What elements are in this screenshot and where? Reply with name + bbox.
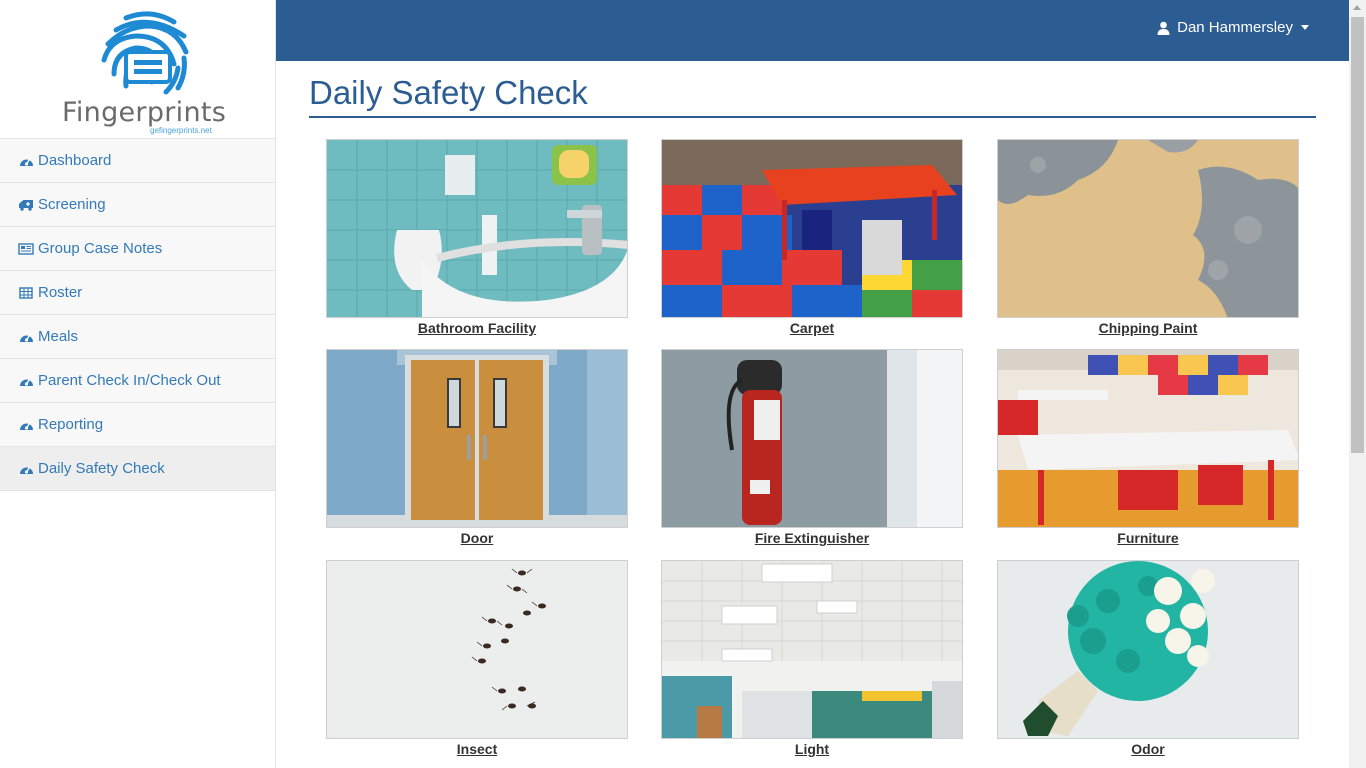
sidebar-item-label: Reporting: [38, 416, 104, 433]
logo-subtext: gefingerprints.net: [150, 126, 212, 135]
dashboard-icon: [18, 374, 34, 388]
sidebar-item-meals[interactable]: Meals: [0, 315, 275, 359]
ambulance-icon: [18, 198, 34, 212]
top-navbar: Dan Hammersley: [276, 0, 1349, 61]
main-content: Daily Safety Check Bathroom Facility Car…: [309, 61, 1316, 757]
safety-item-label[interactable]: Odor: [997, 741, 1299, 757]
user-name: Dan Hammersley: [1177, 19, 1293, 36]
logo-text: Fingerprints: [62, 97, 227, 128]
bathroom-image[interactable]: [326, 139, 628, 318]
sidebar-item-screening[interactable]: Screening: [0, 183, 275, 227]
user-icon: [1157, 21, 1170, 35]
chipping-paint-image[interactable]: [997, 139, 1299, 318]
sidebar-item-reporting[interactable]: Reporting: [0, 403, 275, 447]
safety-item-label[interactable]: Fire Extinguisher: [661, 530, 963, 546]
safety-item-label[interactable]: Furniture: [997, 530, 1299, 546]
user-menu-dropdown[interactable]: Dan Hammersley: [1157, 19, 1309, 36]
logo[interactable]: Fingerprints gefingerprints.net: [0, 0, 275, 138]
sidebar-item-daily-safety-check[interactable]: Daily Safety Check: [0, 447, 275, 491]
sidebar-item-label: Group Case Notes: [38, 240, 163, 257]
safety-item-label[interactable]: Light: [661, 741, 963, 757]
sidebar-item-roster[interactable]: Roster: [0, 271, 275, 315]
sidebar-item-label: Screening: [38, 196, 106, 213]
safety-item-carpet[interactable]: Carpet: [661, 139, 963, 336]
safety-item-furniture[interactable]: Furniture: [997, 349, 1299, 546]
safety-item-door[interactable]: Door: [326, 349, 628, 546]
scroll-thumb[interactable]: [1351, 17, 1364, 453]
dashboard-icon: [18, 418, 34, 432]
newspaper-icon: [18, 242, 34, 256]
scroll-up-arrow-icon[interactable]: [1353, 5, 1361, 10]
safety-item-label[interactable]: Chipping Paint: [997, 320, 1299, 336]
safety-item-label[interactable]: Bathroom Facility: [326, 320, 628, 336]
safety-item-label[interactable]: Door: [326, 530, 628, 546]
dashboard-icon: [18, 154, 34, 168]
safety-item-odor[interactable]: Odor: [997, 560, 1299, 757]
safety-item-chipping-paint[interactable]: Chipping Paint: [997, 139, 1299, 336]
sidebar-item-label: Parent Check In/Check Out: [38, 372, 221, 389]
sidebar-item-group-case-notes[interactable]: Group Case Notes: [0, 227, 275, 271]
sidebar-nav: Dashboard Screening Group Case Notes Ros…: [0, 138, 275, 491]
sidebar-item-parent-check-in[interactable]: Parent Check In/Check Out: [0, 359, 275, 403]
safety-item-light[interactable]: Light: [661, 560, 963, 757]
safety-item-insect[interactable]: Insect: [326, 560, 628, 757]
insect-image[interactable]: [326, 560, 628, 739]
dashboard-icon: [18, 462, 34, 476]
dashboard-icon: [18, 330, 34, 344]
furniture-image[interactable]: [997, 349, 1299, 528]
fire-extinguisher-image[interactable]: [661, 349, 963, 528]
caret-down-icon: [1301, 25, 1309, 30]
table-icon: [18, 286, 34, 300]
sidebar-item-label: Meals: [38, 328, 79, 345]
safety-item-fire-extinguisher[interactable]: Fire Extinguisher: [661, 349, 963, 546]
sidebar-item-label: Daily Safety Check: [38, 460, 165, 477]
sidebar-item-label: Roster: [38, 284, 83, 301]
fingerprint-logo-icon: [101, 11, 189, 95]
sidebar: Fingerprints gefingerprints.net Dashboar…: [0, 0, 276, 768]
sidebar-item-dashboard[interactable]: Dashboard: [0, 139, 275, 183]
sidebar-item-label: Dashboard: [38, 152, 112, 169]
odor-image[interactable]: [997, 560, 1299, 739]
safety-item-label[interactable]: Insect: [326, 741, 628, 757]
carpet-image[interactable]: [661, 139, 963, 318]
safety-item-bathroom[interactable]: Bathroom Facility: [326, 139, 628, 336]
page-title: Daily Safety Check: [309, 74, 1316, 118]
light-image[interactable]: [661, 560, 963, 739]
page-scrollbar[interactable]: [1349, 0, 1366, 768]
door-image[interactable]: [326, 349, 628, 528]
safety-item-label[interactable]: Carpet: [661, 320, 963, 336]
